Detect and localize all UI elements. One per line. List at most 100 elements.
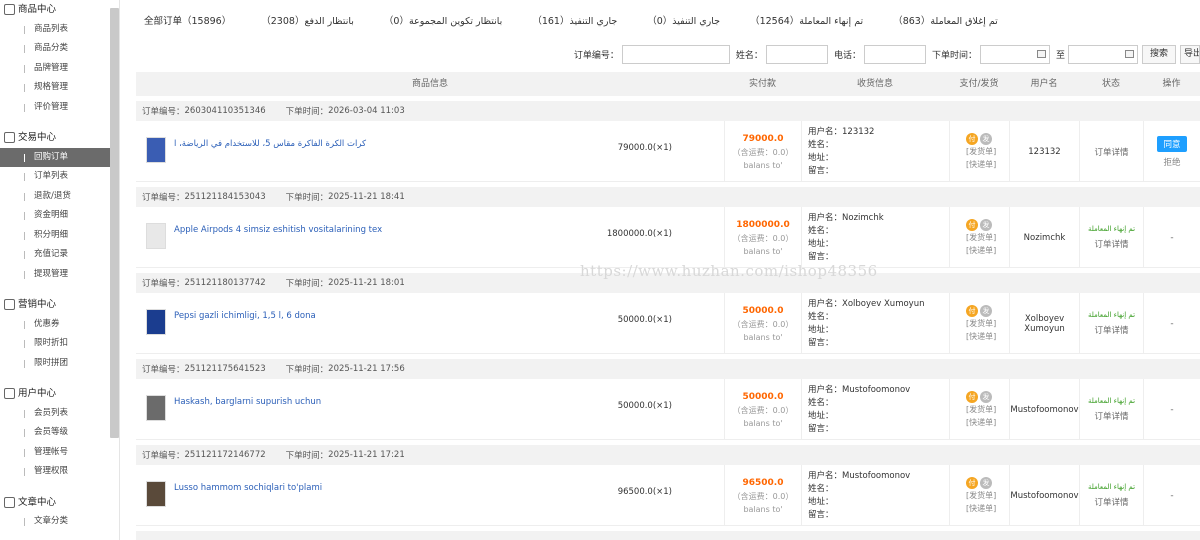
sidebar-group[interactable]: 商品中心 xyxy=(0,0,119,20)
no-action: - xyxy=(1170,318,1174,329)
sidebar-item[interactable]: 订单列表 xyxy=(0,167,119,187)
sidebar-item[interactable]: 文章分类 xyxy=(0,512,119,532)
express-order-link[interactable]: [快递单] xyxy=(966,330,1009,343)
group-icon xyxy=(4,496,15,508)
sidebar-menu: 商品中心 商品列表 商品分类 品牌管理 规格管理 评价管理 交易中心 回购订单 订单列表退… xyxy=(0,0,119,532)
ship-order-link[interactable]: [发货单] xyxy=(966,403,1009,416)
paid-cell: 50000.0 （含运费：0.0） balans to' xyxy=(724,293,801,354)
search-button[interactable]: 搜索 xyxy=(1141,44,1176,64)
sidebar-item[interactable]: 评价管理 xyxy=(0,98,119,118)
sidebar-item[interactable]: 品牌管理 xyxy=(0,59,119,79)
product-thumbnail[interactable] xyxy=(146,395,166,421)
product-thumbnail[interactable] xyxy=(146,309,166,335)
sidebar-item[interactable]: 充值记录 xyxy=(0,245,119,265)
order-detail-link[interactable]: 订单详情 xyxy=(1094,410,1128,422)
express-order-link[interactable]: [快递单] xyxy=(966,158,1009,171)
paid-icon: 付 xyxy=(966,390,978,403)
sidebar-scrollbar[interactable] xyxy=(110,8,119,438)
tab-order-status[interactable]: جاري التنفيذ（0） xyxy=(647,12,720,32)
product-name-link[interactable]: Lusso hammom sochiqlari to'plami xyxy=(174,483,322,493)
sidebar-item[interactable]: 提现管理 xyxy=(0,265,119,285)
sidebar-item[interactable]: 会员列表 xyxy=(0,404,119,424)
receiver-cell: 用户名：Mustofoomonov 姓名： 地址： 留言： xyxy=(801,379,949,440)
message-label: 留言： xyxy=(808,165,834,176)
tab-order-status[interactable]: تم إنهاء المعاملة（12564） xyxy=(750,12,863,32)
phone-input[interactable] xyxy=(863,44,926,64)
sidebar-group[interactable]: 用户中心 xyxy=(0,384,119,404)
sidebar-item[interactable]: 资金明细 xyxy=(0,206,119,226)
sidebar-item[interactable]: 管理帐号 xyxy=(0,443,119,463)
sidebar-item[interactable]: 回购订单 xyxy=(0,147,110,167)
balance-note: balans to' xyxy=(743,504,783,514)
reject-link[interactable]: 拒绝 xyxy=(1163,156,1180,168)
sidebar-item[interactable]: 退款/退货 xyxy=(0,187,119,207)
sidebar-item[interactable]: 优惠券 xyxy=(0,315,119,335)
paid-icon: 付 xyxy=(966,132,978,145)
balance-note: balans to' xyxy=(743,332,783,342)
order-detail-link[interactable]: 订单详情 xyxy=(1094,496,1128,508)
order-no: 260304110351346 xyxy=(184,106,266,116)
order-no-input[interactable] xyxy=(621,44,730,64)
product-thumbnail[interactable] xyxy=(146,481,166,507)
product-thumbnail[interactable] xyxy=(146,137,166,163)
sidebar: 商品中心 商品列表 商品分类 品牌管理 规格管理 评价管理 交易中心 回购订单 订单列表退… xyxy=(0,0,120,540)
product-name-link[interactable]: كرات الكرة الفاكرة مقاس 5، للاستخدام في … xyxy=(174,139,366,149)
product-name-link[interactable]: Apple Airpods 4 simsiz eshitish vositala… xyxy=(174,225,382,235)
product-cell: Apple Airpods 4 simsiz eshitish vositala… xyxy=(136,207,724,268)
name-input[interactable] xyxy=(765,44,828,64)
tab-order-status[interactable]: تم إغلاق المعاملة（863） xyxy=(893,12,998,32)
paid-icon: 付 xyxy=(966,476,978,489)
express-order-link[interactable]: [快递单] xyxy=(966,244,1009,257)
shipping-fee: （含运费：0.0） xyxy=(732,319,794,329)
product-name-link[interactable]: Haskash, barglarni supurish uchun xyxy=(174,397,321,407)
message-label: 留言： xyxy=(808,509,834,520)
tab-order-status[interactable]: 全部订单（15896） xyxy=(144,12,231,32)
sidebar-group[interactable]: 文章中心 xyxy=(0,493,119,513)
username-label: 用户名： xyxy=(808,298,843,309)
order-time-label: 下单时间： xyxy=(285,107,329,117)
export-button[interactable]: 导出 xyxy=(1180,44,1200,64)
table-header: 商品信息 实付款 收货信息 支付/发货 用户名 状态 操作 xyxy=(136,72,1200,96)
paid-amount: 96500.0 xyxy=(742,477,784,488)
status-text: تم إنهاء المعاملة xyxy=(1087,483,1136,491)
sidebar-item[interactable]: 积分明细 xyxy=(0,226,119,246)
end-date-picker[interactable] xyxy=(1067,44,1138,64)
sidebar-item[interactable]: 商品分类 xyxy=(0,39,119,59)
paid-amount: 79000.0 xyxy=(742,133,784,144)
sidebar-item[interactable]: 商品列表 xyxy=(0,20,119,40)
product-thumbnail[interactable] xyxy=(146,223,166,249)
tab-order-status[interactable]: جاري التنفيذ（161） xyxy=(532,12,617,32)
tab-order-status[interactable]: بانتظار تكوين المجموعة（0） xyxy=(384,12,502,32)
name-label: 姓名： xyxy=(808,139,834,150)
status-cell: تم إنهاء المعاملة 订单详情 xyxy=(1079,293,1143,354)
sidebar-item[interactable]: 会员等级 xyxy=(0,423,119,443)
express-order-link[interactable]: [快递单] xyxy=(966,502,1009,515)
main-content: 全部订单（15896） بانتظار الدفع（2308） بانتظار تك… xyxy=(130,0,1200,540)
ship-order-link[interactable]: [发货单] xyxy=(966,489,1009,502)
sidebar-item[interactable]: 管理权限 xyxy=(0,462,119,482)
product-name-link[interactable]: Pepsi gazli ichimligi, 1,5 l, 6 dona xyxy=(174,311,316,321)
sidebar-item[interactable]: 规格管理 xyxy=(0,78,119,98)
status-cell: 订单详情 xyxy=(1079,121,1143,182)
username-label: 用户名： xyxy=(808,384,843,395)
status-text: تم إنهاء المعاملة xyxy=(1087,225,1136,233)
ship-order-link[interactable]: [发货单] xyxy=(966,145,1009,158)
express-order-link[interactable]: [快递单] xyxy=(966,416,1009,429)
col-status: 状态 xyxy=(1101,79,1120,89)
sidebar-group[interactable]: 营销中心 xyxy=(0,295,119,315)
ship-order-link[interactable]: [发货单] xyxy=(966,231,1009,244)
agree-button[interactable]: 同意 xyxy=(1157,135,1187,152)
sidebar-group[interactable]: 交易中心 xyxy=(0,128,119,148)
op-cell: - xyxy=(1143,465,1200,526)
order-detail-link[interactable]: 订单详情 xyxy=(1094,146,1128,158)
calendar-icon[interactable] xyxy=(1124,49,1134,58)
ship-order-link[interactable]: [发货单] xyxy=(966,317,1009,330)
sidebar-item[interactable]: 限时折扣 xyxy=(0,334,119,354)
receiver-username: Mustofoomonov xyxy=(842,384,911,395)
start-date-picker[interactable] xyxy=(979,44,1050,64)
order-detail-link[interactable]: 订单详情 xyxy=(1094,324,1128,336)
calendar-icon[interactable] xyxy=(1036,49,1046,58)
order-detail-link[interactable]: 订单详情 xyxy=(1094,238,1128,250)
tab-order-status[interactable]: بانتظار الدفع（2308） xyxy=(261,12,354,32)
sidebar-item[interactable]: 限时拼团 xyxy=(0,354,119,374)
